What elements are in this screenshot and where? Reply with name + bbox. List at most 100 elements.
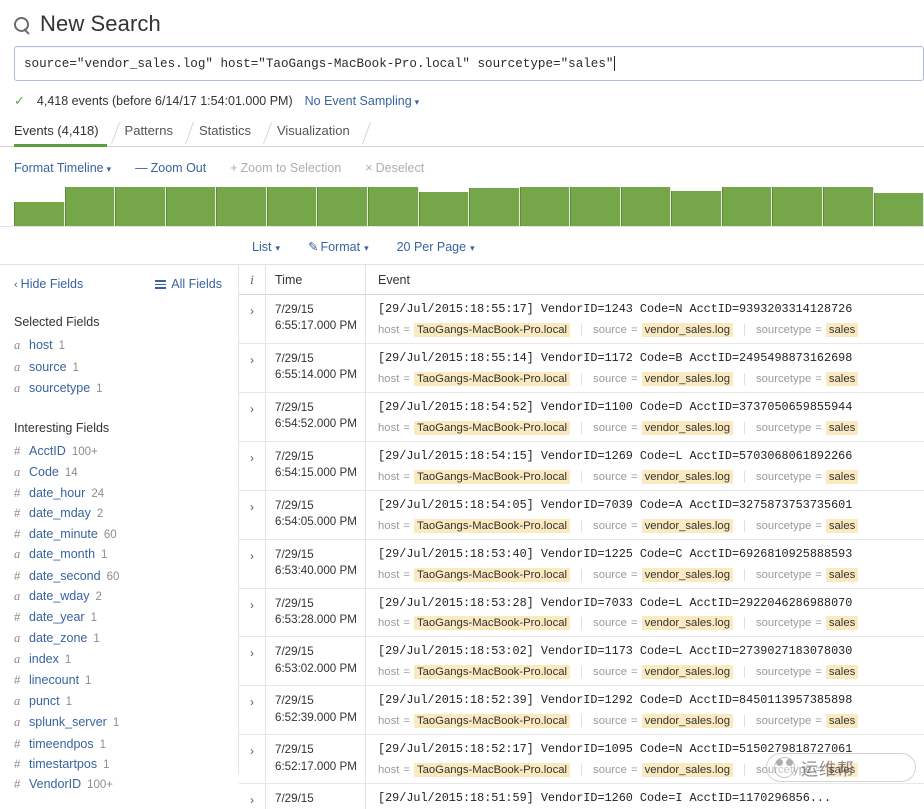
expand-row-icon[interactable]: › <box>239 295 266 343</box>
timeline-chart[interactable] <box>0 187 924 227</box>
field-item-Code[interactable]: a Code 14 <box>14 462 224 483</box>
timeline-bar[interactable] <box>570 187 621 226</box>
expand-row-icon[interactable]: › <box>239 686 266 735</box>
field-item-date_month[interactable]: a date_month 1 <box>14 544 224 565</box>
field-value[interactable]: vendor_sales.log <box>641 469 733 484</box>
field-value[interactable]: vendor_sales.log <box>641 567 733 582</box>
expand-row-icon[interactable]: › <box>239 441 266 490</box>
zoom-to-selection-button[interactable]: + Zoom to Selection <box>230 161 341 175</box>
timeline-bar[interactable] <box>266 187 318 226</box>
field-item-date_wday[interactable]: a date_wday 2 <box>14 586 224 607</box>
tab-events[interactable]: Events (4,418) <box>14 122 125 147</box>
event-raw-text[interactable]: [29/Jul/2015:18:51:59] VendorID=1260 Cod… <box>378 791 914 807</box>
timeline-bar[interactable] <box>823 187 874 226</box>
timeline-bar[interactable] <box>14 201 65 226</box>
field-item-timestartpos[interactable]: # timestartpos 1 <box>14 754 224 774</box>
field-value[interactable]: vendor_sales.log <box>641 665 733 680</box>
event-field-host[interactable]: host = TaoGangs-MacBook-Pro.local <box>378 763 571 778</box>
event-field-host[interactable]: host = TaoGangs-MacBook-Pro.local <box>378 420 571 435</box>
table-row[interactable]: › 7/29/15 6:54:52.000 PM [29/Jul/2015:18:54… <box>239 392 924 442</box>
timeline-bar[interactable] <box>772 187 823 226</box>
format-timeline-dropdown[interactable]: Format Timeline ▾ <box>14 161 111 175</box>
field-value[interactable]: sales <box>825 665 859 680</box>
timeline-bar[interactable] <box>165 187 217 226</box>
field-value[interactable]: sales <box>825 616 859 631</box>
timeline-bar[interactable] <box>418 191 470 226</box>
expand-row-icon[interactable]: › <box>239 343 266 392</box>
event-field-source[interactable]: source = vendor_sales.log <box>593 518 733 533</box>
timeline-bars[interactable] <box>14 187 924 226</box>
field-value[interactable]: vendor_sales.log <box>641 616 733 631</box>
tab-patterns[interactable]: Patterns <box>125 122 199 146</box>
field-item-VendorID[interactable]: # VendorID 100+ <box>14 774 224 794</box>
event-field-sourcetype[interactable]: sourcetype = sales <box>756 322 859 337</box>
event-field-host[interactable]: host = TaoGangs-MacBook-Pro.local <box>378 567 571 582</box>
table-row[interactable]: › 7/29/15 6:53:02.000 PM [29/Jul/2015:18:53… <box>239 637 924 687</box>
field-item-date_second[interactable]: # date_second 60 <box>14 565 224 585</box>
event-raw-text[interactable]: [29/Jul/2015:18:53:40] VendorID=1225 Cod… <box>378 547 914 563</box>
zoom-out-button[interactable]: — Zoom Out <box>135 161 206 175</box>
field-value[interactable]: TaoGangs-MacBook-Pro.local <box>413 763 571 778</box>
event-field-source[interactable]: source = vendor_sales.log <box>593 371 733 386</box>
field-item-splunk_server[interactable]: a splunk_server 1 <box>14 712 224 733</box>
event-field-source[interactable]: source = vendor_sales.log <box>593 469 733 484</box>
event-field-sourcetype[interactable]: sourcetype = sales <box>756 763 859 778</box>
event-raw-text[interactable]: [29/Jul/2015:18:52:17] VendorID=1095 Cod… <box>378 742 914 758</box>
field-value[interactable]: vendor_sales.log <box>641 714 733 729</box>
field-value[interactable]: TaoGangs-MacBook-Pro.local <box>413 665 571 680</box>
field-item-index[interactable]: a index 1 <box>14 649 224 670</box>
event-sampling-dropdown[interactable]: No Event Sampling ▾ <box>305 94 420 108</box>
column-header-event[interactable]: Event <box>366 265 924 295</box>
expand-row-icon[interactable]: › <box>239 490 266 539</box>
field-item-linecount[interactable]: # linecount 1 <box>14 670 224 690</box>
field-item-date_minute[interactable]: # date_minute 60 <box>14 524 224 544</box>
expand-row-icon[interactable]: › <box>239 539 266 588</box>
field-value[interactable]: sales <box>825 469 859 484</box>
event-field-sourcetype[interactable]: sourcetype = sales <box>756 518 859 533</box>
per-page-dropdown[interactable]: 20 Per Page ▾ <box>397 240 475 254</box>
field-item-source[interactable]: a source 1 <box>14 356 224 377</box>
field-value[interactable]: vendor_sales.log <box>641 763 733 778</box>
event-field-sourcetype[interactable]: sourcetype = sales <box>756 616 859 631</box>
field-value[interactable]: sales <box>825 420 859 435</box>
column-header-time[interactable]: Time <box>266 264 366 295</box>
tab-statistics[interactable]: Statistics <box>199 122 277 146</box>
field-value[interactable]: sales <box>825 518 859 533</box>
timeline-bar[interactable] <box>64 187 116 226</box>
field-item-sourcetype[interactable]: a sourcetype 1 <box>14 378 224 399</box>
field-value[interactable]: sales <box>825 567 859 582</box>
field-value[interactable]: vendor_sales.log <box>641 420 733 435</box>
expand-row-icon[interactable]: › <box>239 735 266 784</box>
table-row[interactable]: › 7/29/15 6:54:15.000 PM [29/Jul/2015:18:54… <box>239 441 924 491</box>
deselect-button[interactable]: × Deselect <box>365 161 424 175</box>
field-value[interactable]: vendor_sales.log <box>641 371 733 386</box>
event-raw-text[interactable]: [29/Jul/2015:18:54:52] VendorID=1100 Cod… <box>378 400 914 416</box>
expand-row-icon[interactable]: › <box>239 588 266 637</box>
event-field-sourcetype[interactable]: sourcetype = sales <box>756 469 859 484</box>
search-input[interactable]: source="vendor_sales.log" host="TaoGangs… <box>14 46 924 81</box>
timeline-bar[interactable] <box>671 190 722 226</box>
event-field-source[interactable]: source = vendor_sales.log <box>593 665 733 680</box>
field-item-date_hour[interactable]: # date_hour 24 <box>14 483 224 503</box>
timeline-bar[interactable] <box>367 187 419 226</box>
field-value[interactable]: sales <box>825 763 859 778</box>
table-row[interactable]: › 7/29/15 6:55:17.000 PM [29/Jul/2015:18:55… <box>239 295 924 344</box>
event-field-source[interactable]: source = vendor_sales.log <box>593 763 733 778</box>
event-field-host[interactable]: host = TaoGangs-MacBook-Pro.local <box>378 714 571 729</box>
event-field-host[interactable]: host = TaoGangs-MacBook-Pro.local <box>378 469 571 484</box>
field-value[interactable]: TaoGangs-MacBook-Pro.local <box>413 714 571 729</box>
event-field-sourcetype[interactable]: sourcetype = sales <box>756 371 859 386</box>
event-raw-text[interactable]: [29/Jul/2015:18:55:17] VendorID=1243 Cod… <box>378 302 914 318</box>
event-raw-text[interactable]: [29/Jul/2015:18:55:14] VendorID=1172 Cod… <box>378 351 914 367</box>
event-field-host[interactable]: host = TaoGangs-MacBook-Pro.local <box>378 518 571 533</box>
hide-fields-button[interactable]: ‹ Hide Fields <box>14 277 83 291</box>
field-item-host[interactable]: a host 1 <box>14 335 224 356</box>
event-field-source[interactable]: source = vendor_sales.log <box>593 420 733 435</box>
tab-visualization[interactable]: Visualization <box>277 122 376 146</box>
field-value[interactable]: TaoGangs-MacBook-Pro.local <box>413 518 571 533</box>
timeline-bar[interactable] <box>469 188 520 226</box>
timeline-bar[interactable] <box>216 187 267 226</box>
table-row[interactable]: › 7/29/15 6:52:39.000 PM [29/Jul/2015:18:52… <box>239 686 924 736</box>
event-raw-text[interactable]: [29/Jul/2015:18:53:02] VendorID=1173 Cod… <box>378 644 914 660</box>
field-value[interactable]: sales <box>825 322 859 337</box>
